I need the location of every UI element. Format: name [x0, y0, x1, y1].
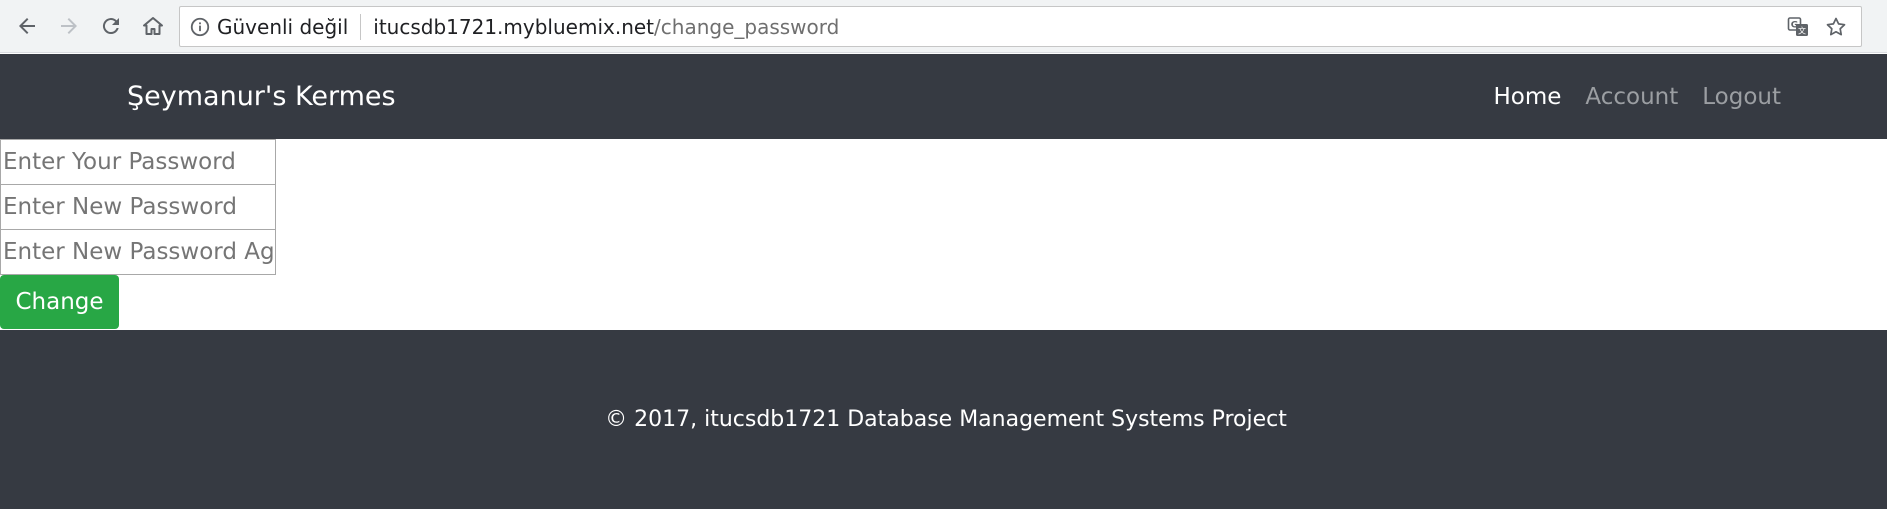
security-status[interactable]: Güvenli değil — [217, 15, 348, 39]
url-host: itucsdb1721.mybluemix.net — [373, 14, 655, 39]
site-footer: © 2017, itucsdb1721 Database Management … — [0, 330, 1887, 509]
site-navbar: Şeymanur's Kermes Home Account Logout — [0, 54, 1887, 139]
brand-link[interactable]: Şeymanur's Kermes — [127, 54, 396, 139]
new-password-input[interactable] — [0, 184, 276, 230]
change-password-form: Change — [0, 139, 1887, 330]
url-path: /change_password — [654, 14, 840, 39]
nav-link-account[interactable]: Account — [1585, 84, 1678, 110]
reload-icon — [102, 18, 119, 35]
change-button[interactable]: Change — [0, 275, 119, 329]
confirm-password-input[interactable] — [0, 229, 276, 275]
back-icon — [19, 18, 35, 34]
svg-text:文: 文 — [1798, 25, 1806, 35]
home-icon — [143, 17, 163, 35]
star-icon[interactable] — [1817, 15, 1855, 39]
footer-copyright: © 2017, itucsdb1721 Database Management … — [605, 407, 1287, 432]
address-bar[interactable]: Güvenli değil itucsdb1721.mybluemix.net … — [179, 6, 1862, 47]
info-icon[interactable] — [189, 16, 211, 38]
address-bar-actions: G 文 — [1779, 7, 1855, 46]
current-password-input[interactable] — [0, 139, 276, 185]
forward-icon — [61, 18, 77, 34]
browser-toolbar: Güvenli değil itucsdb1721.mybluemix.net … — [0, 0, 1887, 53]
back-button[interactable] — [10, 9, 44, 43]
nav-link-logout[interactable]: Logout — [1702, 84, 1781, 110]
forward-button[interactable] — [52, 9, 86, 43]
nav-link-home[interactable]: Home — [1493, 84, 1561, 110]
address-separator — [360, 13, 362, 40]
nav-links: Home Account Logout — [1469, 54, 1781, 139]
translate-icon[interactable]: G 文 — [1779, 15, 1817, 39]
home-button[interactable] — [136, 9, 170, 43]
reload-button[interactable] — [94, 9, 128, 43]
